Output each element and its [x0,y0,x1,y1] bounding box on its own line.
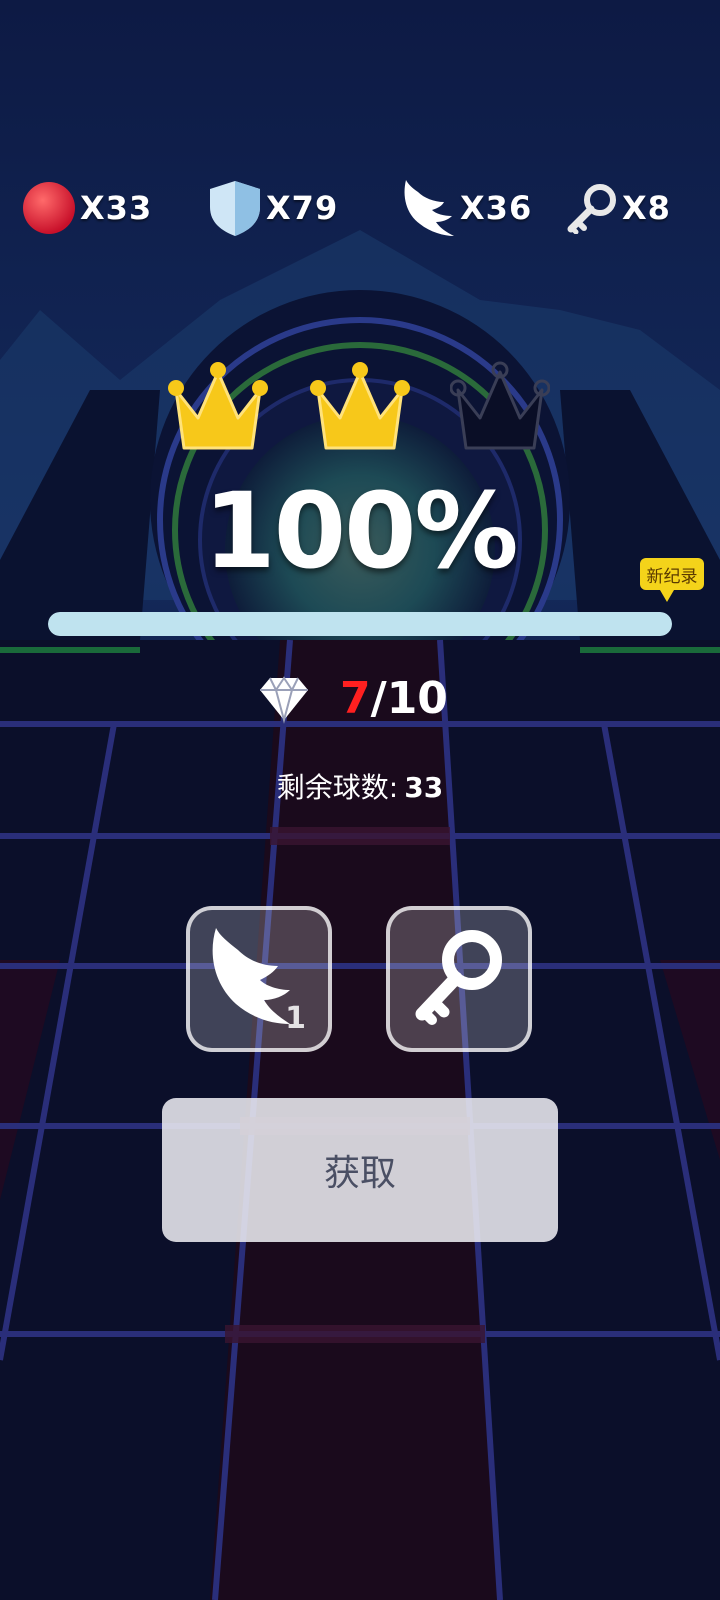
key-powerup-button[interactable] [386,906,532,1052]
balls-remaining: 剩余球数: 33 [0,766,720,806]
progress-fill [48,612,672,636]
ball-counter: X33 [22,180,152,236]
gem-total: /10 [370,672,448,724]
diamond-icon [260,676,308,724]
wing-powerup-count: 1 [285,1001,306,1036]
gem-current: 7 [340,672,371,724]
wing-powerup-button[interactable]: 1 [186,906,332,1052]
get-button[interactable]: 获取 [162,1098,558,1242]
crown-icon-2 [310,362,410,450]
wing-counter: X36 [400,180,532,236]
key-count: X8 [622,189,671,227]
gem-counter: 7/10 [258,668,448,728]
balls-remaining-label: 剩余球数: [276,771,399,804]
shield-icon [210,181,260,236]
wing-icon [212,928,290,1024]
wing-count: X36 [460,189,533,227]
key-icon [415,930,502,1025]
ball-count: X33 [80,189,153,227]
progress-bar [48,612,672,636]
shield-counter: X79 [208,180,338,236]
key-counter: X8 [566,180,671,236]
new-record-badge: 新纪录 [640,558,704,602]
shield-count: X79 [266,189,339,227]
wing-icon [404,180,454,236]
balls-remaining-value: 33 [404,771,444,804]
crown-icon-1 [168,362,268,450]
completion-percent: 100% [203,470,518,592]
red-ball-icon [23,182,75,234]
crown-icon-3-empty [450,361,550,450]
key-icon [567,184,616,234]
